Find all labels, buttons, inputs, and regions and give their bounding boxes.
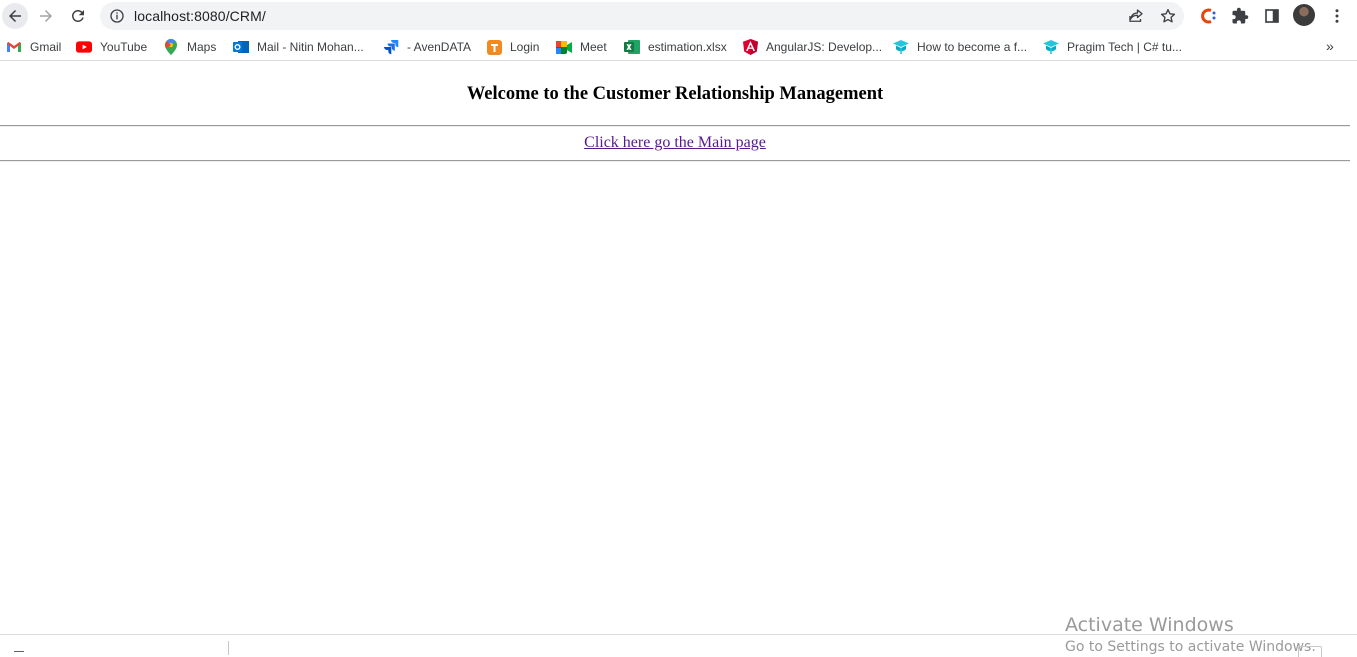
forward-arrow-icon — [40, 10, 52, 22]
bookmark-gmail[interactable]: Gmail — [6, 38, 61, 56]
bookmark-label: AngularJS: Develop... — [766, 40, 883, 54]
browser-toolbar: localhost:8080/CRM/ — [0, 0, 1357, 32]
activate-windows-subtitle: Go to Settings to activate Windows. — [1065, 639, 1316, 655]
profile-avatar[interactable] — [1293, 4, 1315, 26]
login-icon — [486, 39, 502, 55]
bookmark-label: Mail - Nitin Mohan... — [257, 40, 364, 54]
meet-icon — [556, 39, 572, 55]
bookmark-angularjs[interactable]: AngularJS: Develop... — [742, 38, 882, 56]
bookmark-label: Gmail — [30, 40, 62, 54]
bookmark-maps[interactable]: Maps — [163, 38, 216, 56]
activate-windows-title: Activate Windows — [1065, 614, 1234, 636]
bookmark-label: estimation.xlsx — [648, 40, 727, 54]
reload-icon — [71, 9, 84, 22]
outlook-icon — [233, 39, 249, 55]
bookmark-label: Maps — [187, 40, 217, 54]
back-button[interactable] — [2, 3, 28, 29]
page-title: Welcome to the Customer Relationship Man… — [466, 84, 884, 104]
pragim-icon — [893, 39, 909, 55]
bookmark-avendata[interactable]: - AvenDATA — [383, 38, 471, 56]
angular-icon — [742, 39, 758, 55]
maps-icon — [163, 39, 179, 55]
pragim-icon — [1043, 39, 1059, 55]
back-arrow-icon — [9, 10, 21, 22]
site-info-icon[interactable] — [109, 8, 125, 24]
bookmarks-overflow-button[interactable]: » — [1326, 38, 1334, 54]
bookmark-login[interactable]: Login — [486, 38, 539, 56]
side-panel-icon[interactable] — [1261, 5, 1283, 27]
youtube-icon — [76, 39, 92, 55]
bookmark-pragim-tech[interactable]: Pragim Tech | C# tu... — [1043, 38, 1182, 56]
extension-c-icon[interactable] — [1197, 5, 1219, 27]
bookmark-youtube[interactable]: YouTube — [76, 38, 147, 56]
divider — [0, 160, 1350, 162]
share-icon[interactable] — [1127, 7, 1145, 25]
download-bar-separator — [228, 641, 229, 655]
bookmark-meet[interactable]: Meet — [556, 38, 607, 56]
minimize-dash — [14, 651, 24, 652]
watermark-box — [1298, 646, 1322, 657]
main-page-link[interactable]: Click here go the Main page — [584, 134, 766, 151]
excel-icon — [624, 39, 640, 55]
bookmark-label: Pragim Tech | C# tu... — [1067, 40, 1182, 54]
gmail-icon — [6, 39, 22, 55]
reload-button[interactable] — [65, 3, 91, 29]
bookmark-mail[interactable]: Mail - Nitin Mohan... — [233, 38, 364, 56]
divider — [0, 125, 1350, 127]
menu-kebab-icon[interactable] — [1326, 5, 1348, 27]
bookmark-estimation[interactable]: estimation.xlsx — [624, 38, 727, 56]
bookmark-label: - AvenDATA — [407, 40, 472, 54]
bookmark-label: Login — [510, 40, 540, 54]
bookmark-label: YouTube — [100, 40, 148, 54]
url-text: localhost:8080/CRM/ — [134, 8, 266, 24]
bookmark-star-icon[interactable] — [1159, 7, 1177, 25]
jira-icon — [383, 39, 399, 55]
address-bar[interactable]: localhost:8080/CRM/ — [100, 2, 1184, 30]
bookmark-label: How to become a f... — [917, 40, 1028, 54]
bookmark-how-to-become[interactable]: How to become a f... — [893, 38, 1027, 56]
bookmark-label: Meet — [580, 40, 607, 54]
extensions-puzzle-icon[interactable] — [1229, 5, 1251, 27]
forward-button[interactable] — [33, 3, 59, 29]
bookmarks-bar: Gmail YouTube Maps Mail - Nitin Mohan...… — [0, 34, 1357, 61]
main-link-container: Click here go the Main page — [0, 134, 1350, 152]
